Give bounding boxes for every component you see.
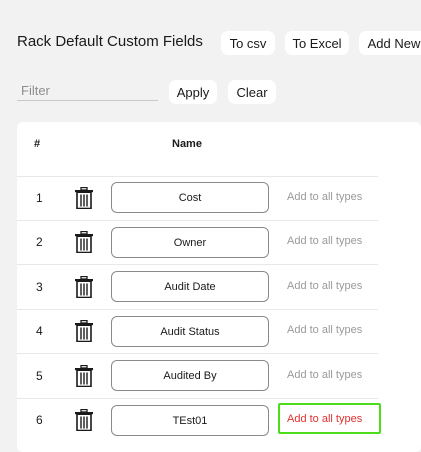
add-to-all-types-link[interactable]: Add to all types: [287, 235, 362, 247]
row-divider: [17, 176, 378, 177]
page-title: Rack Default Custom Fields: [17, 33, 203, 50]
add-to-all-types-link[interactable]: Add to all types: [287, 280, 362, 292]
row-divider: [17, 353, 378, 354]
trash-icon[interactable]: [75, 231, 93, 253]
row-divider: [17, 220, 378, 221]
field-name-input[interactable]: Audit Date: [111, 271, 269, 302]
field-name-input[interactable]: Owner: [111, 227, 269, 258]
row-number: 2: [36, 235, 43, 249]
field-name-input[interactable]: TEst01: [111, 405, 269, 436]
clear-button[interactable]: Clear: [228, 80, 276, 104]
trash-icon[interactable]: [75, 320, 93, 342]
field-name-input[interactable]: Audited By: [111, 360, 269, 391]
to-csv-button[interactable]: To csv: [221, 31, 275, 55]
apply-button[interactable]: Apply: [169, 80, 217, 104]
trash-icon[interactable]: [75, 409, 93, 431]
add-to-all-types-link[interactable]: Add to all types: [287, 324, 362, 336]
row-number: 1: [36, 191, 43, 205]
row-divider: [17, 398, 378, 399]
row-number: 4: [36, 324, 43, 338]
column-header-number: #: [34, 138, 41, 150]
focus-highlight: [278, 403, 381, 434]
trash-icon[interactable]: [75, 365, 93, 387]
filter-input[interactable]: [17, 80, 158, 101]
add-new-button[interactable]: Add New: [359, 31, 421, 55]
field-name-input[interactable]: Audit Status: [111, 316, 269, 347]
trash-icon[interactable]: [75, 187, 93, 209]
row-divider: [17, 264, 378, 265]
column-header-name: Name: [172, 138, 202, 150]
add-to-all-types-link[interactable]: Add to all types: [287, 191, 362, 203]
row-divider: [17, 309, 378, 310]
row-number: 3: [36, 280, 43, 294]
row-number: 5: [36, 369, 43, 383]
field-name-input[interactable]: Cost: [111, 182, 269, 213]
to-excel-button[interactable]: To Excel: [285, 31, 349, 55]
row-number: 6: [36, 413, 43, 427]
trash-icon[interactable]: [75, 276, 93, 298]
add-to-all-types-link[interactable]: Add to all types: [287, 369, 362, 381]
